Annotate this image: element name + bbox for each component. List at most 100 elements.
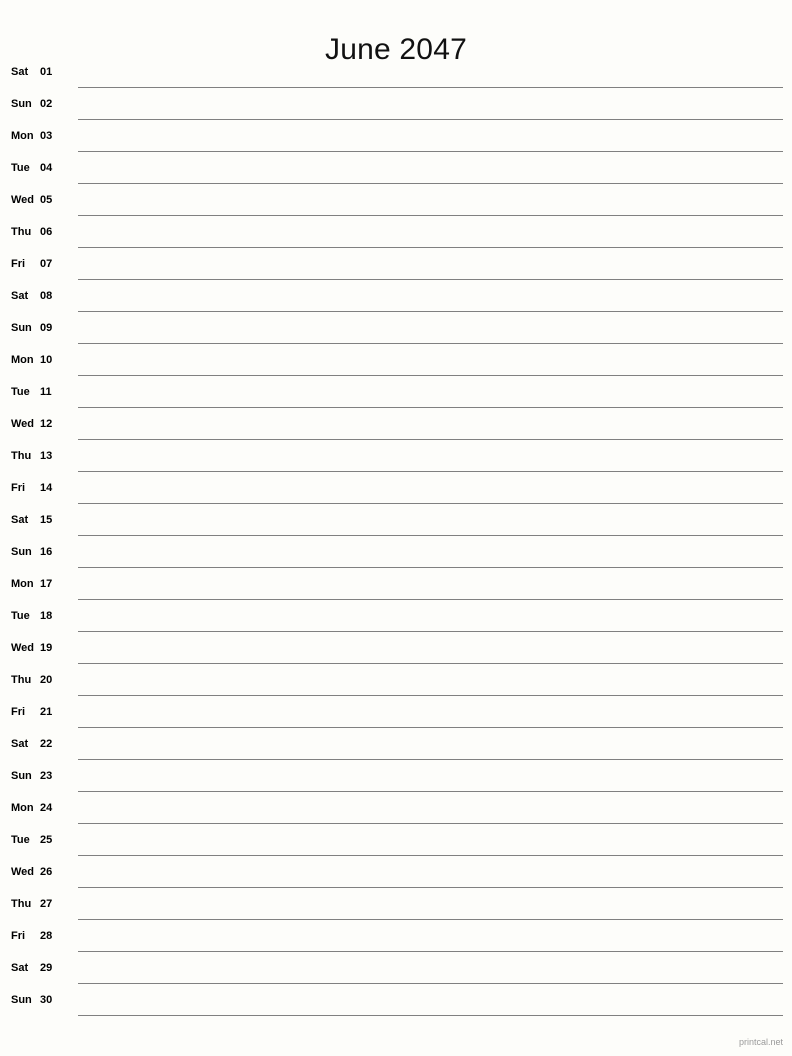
day-row[interactable]: Tue 18 — [0, 600, 792, 632]
day-row-labels: Sun 09 — [0, 312, 52, 344]
day-number: 27 — [40, 897, 53, 910]
day-number: 09 — [40, 321, 53, 334]
day-row[interactable]: Wed 12 — [0, 408, 792, 440]
day-row[interactable]: Sun 16 — [0, 536, 792, 568]
day-row-labels: Wed 12 — [0, 408, 52, 440]
day-row[interactable]: Sat 01 — [0, 56, 792, 88]
day-row-labels: Tue 18 — [0, 600, 52, 632]
day-row[interactable]: Thu 13 — [0, 440, 792, 472]
day-row-labels: Mon 03 — [0, 120, 52, 152]
day-row-labels: Fri 28 — [0, 920, 52, 952]
day-row-labels: Sat 22 — [0, 728, 52, 760]
note-writing-line[interactable] — [78, 1015, 783, 1016]
day-row-labels: Wed 05 — [0, 184, 52, 216]
day-number: 05 — [40, 193, 53, 206]
day-row[interactable]: Thu 06 — [0, 216, 792, 248]
day-row[interactable]: Fri 07 — [0, 248, 792, 280]
day-row-labels: Thu 13 — [0, 440, 52, 472]
day-row-labels: Sun 30 — [0, 984, 52, 1016]
day-row[interactable]: Fri 28 — [0, 920, 792, 952]
day-number: 20 — [40, 673, 53, 686]
day-number: 23 — [40, 769, 53, 782]
weekday-label: Sun — [11, 993, 32, 1006]
weekday-label: Wed — [11, 641, 35, 654]
footer-attribution: printcal.net — [738, 1037, 783, 1047]
day-number: 06 — [40, 225, 53, 238]
day-number: 02 — [40, 97, 53, 110]
weekday-label: Sun — [11, 321, 32, 334]
day-row-labels: Mon 17 — [0, 568, 52, 600]
day-row-labels: Fri 07 — [0, 248, 52, 280]
weekday-label: Sat — [11, 289, 29, 302]
day-row[interactable]: Sun 02 — [0, 88, 792, 120]
day-number: 11 — [40, 385, 52, 398]
weekday-label: Fri — [11, 705, 26, 718]
day-row-labels: Wed 19 — [0, 632, 52, 664]
day-row[interactable]: Tue 04 — [0, 152, 792, 184]
day-number: 04 — [40, 161, 53, 174]
day-row[interactable]: Sun 23 — [0, 760, 792, 792]
day-row[interactable]: Thu 27 — [0, 888, 792, 920]
day-row-labels: Thu 06 — [0, 216, 52, 248]
day-row[interactable]: Thu 20 — [0, 664, 792, 696]
day-row[interactable]: Tue 25 — [0, 824, 792, 856]
day-number: 07 — [40, 257, 53, 270]
day-row[interactable]: Wed 05 — [0, 184, 792, 216]
day-row[interactable]: Sat 08 — [0, 280, 792, 312]
calendar-page: June 2047 Sat 01 Sun 02 Mon 03 Tue 04 Wed 05 Thu 06… — [0, 0, 792, 1056]
weekday-label: Thu — [11, 897, 32, 910]
weekday-label: Tue — [11, 161, 30, 174]
day-row[interactable]: Fri 21 — [0, 696, 792, 728]
day-number: 13 — [40, 449, 53, 462]
day-row-labels: Thu 27 — [0, 888, 52, 920]
weekday-label: Wed — [11, 865, 35, 878]
day-number: 30 — [40, 993, 53, 1006]
day-row[interactable]: Fri 14 — [0, 472, 792, 504]
weekday-label: Mon — [11, 353, 34, 366]
day-row-labels: Tue 25 — [0, 824, 52, 856]
day-number: 21 — [40, 705, 53, 718]
day-row[interactable]: Sat 29 — [0, 952, 792, 984]
day-row[interactable]: Mon 17 — [0, 568, 792, 600]
day-row[interactable]: Sat 22 — [0, 728, 792, 760]
day-row-labels: Sun 23 — [0, 760, 52, 792]
weekday-label: Fri — [11, 481, 26, 494]
day-row-labels: Wed 26 — [0, 856, 52, 888]
day-number: 28 — [40, 929, 53, 942]
day-row[interactable]: Mon 10 — [0, 344, 792, 376]
weekday-label: Mon — [11, 577, 34, 590]
weekday-label: Sun — [11, 545, 32, 558]
day-row-labels: Tue 11 — [0, 376, 52, 408]
weekday-label: Tue — [11, 833, 30, 846]
weekday-label: Mon — [11, 129, 34, 142]
weekday-label: Sun — [11, 769, 32, 782]
day-row[interactable]: Wed 26 — [0, 856, 792, 888]
day-row-labels: Tue 04 — [0, 152, 52, 184]
day-row[interactable]: Mon 24 — [0, 792, 792, 824]
weekday-label: Thu — [11, 449, 32, 462]
day-number: 22 — [40, 737, 53, 750]
day-row-labels: Sun 02 — [0, 88, 52, 120]
day-number: 19 — [40, 641, 53, 654]
day-number: 10 — [40, 353, 53, 366]
day-number: 01 — [40, 65, 53, 78]
day-row[interactable]: Mon 03 — [0, 120, 792, 152]
day-row-labels: Mon 24 — [0, 792, 52, 824]
weekday-label: Sun — [11, 97, 32, 110]
weekday-label: Sat — [11, 513, 29, 526]
day-number: 26 — [40, 865, 53, 878]
day-row-labels: Fri 14 — [0, 472, 52, 504]
weekday-label: Tue — [11, 385, 30, 398]
day-row[interactable]: Sun 30 — [0, 984, 792, 1016]
day-number: 14 — [40, 481, 53, 494]
weekday-label: Mon — [11, 801, 34, 814]
day-row-labels: Sun 16 — [0, 536, 52, 568]
day-row[interactable]: Sat 15 — [0, 504, 792, 536]
day-row-labels: Thu 20 — [0, 664, 52, 696]
day-row[interactable]: Sun 09 — [0, 312, 792, 344]
day-row-labels: Mon 10 — [0, 344, 52, 376]
day-row[interactable]: Tue 11 — [0, 376, 792, 408]
weekday-label: Sat — [11, 737, 29, 750]
day-row-labels: Fri 21 — [0, 696, 52, 728]
day-row[interactable]: Wed 19 — [0, 632, 792, 664]
